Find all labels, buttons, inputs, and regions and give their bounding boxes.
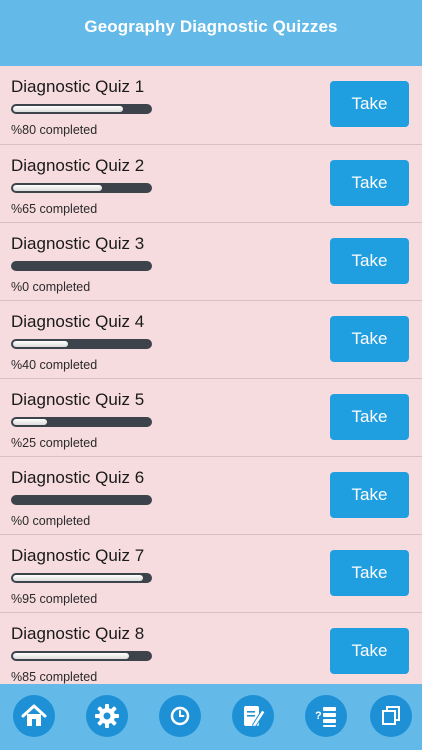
svg-text:?: ? [315, 710, 322, 722]
bottom-tab-bar: ? [0, 684, 422, 750]
settings-tab[interactable] [86, 695, 128, 737]
quiz-row: Diagnostic Quiz 8 %85 completed Take [0, 612, 422, 684]
home-tab[interactable] [13, 695, 55, 737]
more-tab[interactable] [370, 695, 412, 737]
take-quiz-button[interactable]: Take [330, 160, 409, 206]
take-quiz-button[interactable]: Take [330, 394, 409, 440]
quiz-list-tab[interactable]: ? [305, 695, 347, 737]
progress-text: %65 completed [11, 202, 98, 216]
progress-fill [13, 419, 47, 425]
notes-tab[interactable] [232, 695, 274, 737]
quiz-name: Diagnostic Quiz 8 [11, 624, 145, 643]
clock-icon [170, 706, 190, 726]
quiz-list[interactable]: Diagnostic Quiz 1 %80 completed Take Dia… [0, 66, 422, 684]
quiz-row: Diagnostic Quiz 7 %95 completed Take [0, 534, 422, 612]
progress-text: %85 completed [11, 670, 98, 684]
quiz-list-icon: ? [315, 707, 336, 727]
progress-bar [11, 573, 152, 583]
quiz-name: Diagnostic Quiz 1 [11, 77, 145, 96]
progress-bar [11, 104, 152, 114]
progress-text: %0 completed [11, 280, 91, 294]
quiz-name: Diagnostic Quiz 6 [11, 468, 145, 487]
quiz-name: Diagnostic Quiz 4 [11, 312, 145, 331]
take-quiz-button[interactable]: Take [330, 472, 409, 518]
quiz-name: Diagnostic Quiz 2 [11, 156, 145, 175]
take-quiz-button[interactable]: Take [330, 238, 409, 284]
progress-bar [11, 261, 152, 271]
quiz-name: Diagnostic Quiz 7 [11, 546, 145, 565]
app-header: Geography Diagnostic Quizzes [0, 0, 422, 66]
history-tab[interactable] [159, 695, 201, 737]
progress-fill [13, 185, 102, 191]
progress-text: %40 completed [11, 358, 98, 372]
progress-text: %0 completed [11, 514, 91, 528]
take-quiz-button[interactable]: Take [330, 81, 409, 127]
quiz-row: Diagnostic Quiz 5 %25 completed Take [0, 378, 422, 456]
quiz-row: Diagnostic Quiz 3 %0 completed Take [0, 222, 422, 300]
progress-bar [11, 339, 152, 349]
progress-fill [13, 575, 143, 581]
take-quiz-button[interactable]: Take [330, 316, 409, 362]
quiz-row: Diagnostic Quiz 6 %0 completed Take [0, 456, 422, 534]
gear-icon [95, 704, 119, 728]
progress-bar [11, 651, 152, 661]
progress-bar [11, 417, 152, 427]
progress-text: %95 completed [11, 592, 98, 606]
quiz-name: Diagnostic Quiz 3 [11, 234, 145, 253]
quiz-row: Diagnostic Quiz 1 %80 completed Take [0, 66, 422, 144]
quiz-row: Diagnostic Quiz 4 %40 completed Take [0, 300, 422, 378]
progress-fill [13, 106, 123, 112]
progress-fill [13, 653, 129, 659]
progress-text: %80 completed [11, 123, 98, 137]
progress-text: %25 completed [11, 436, 98, 450]
quiz-row: Diagnostic Quiz 2 %65 completed Take [0, 144, 422, 222]
progress-bar [11, 183, 152, 193]
page-title: Geography Diagnostic Quizzes [84, 17, 338, 36]
take-quiz-button[interactable]: Take [330, 550, 409, 596]
progress-fill [13, 341, 68, 347]
edit-note-icon [244, 706, 266, 728]
copy-icon [382, 706, 400, 725]
quiz-name: Diagnostic Quiz 5 [11, 390, 145, 409]
take-quiz-button[interactable]: Take [330, 628, 409, 674]
home-icon [21, 704, 47, 726]
progress-bar [11, 495, 152, 505]
